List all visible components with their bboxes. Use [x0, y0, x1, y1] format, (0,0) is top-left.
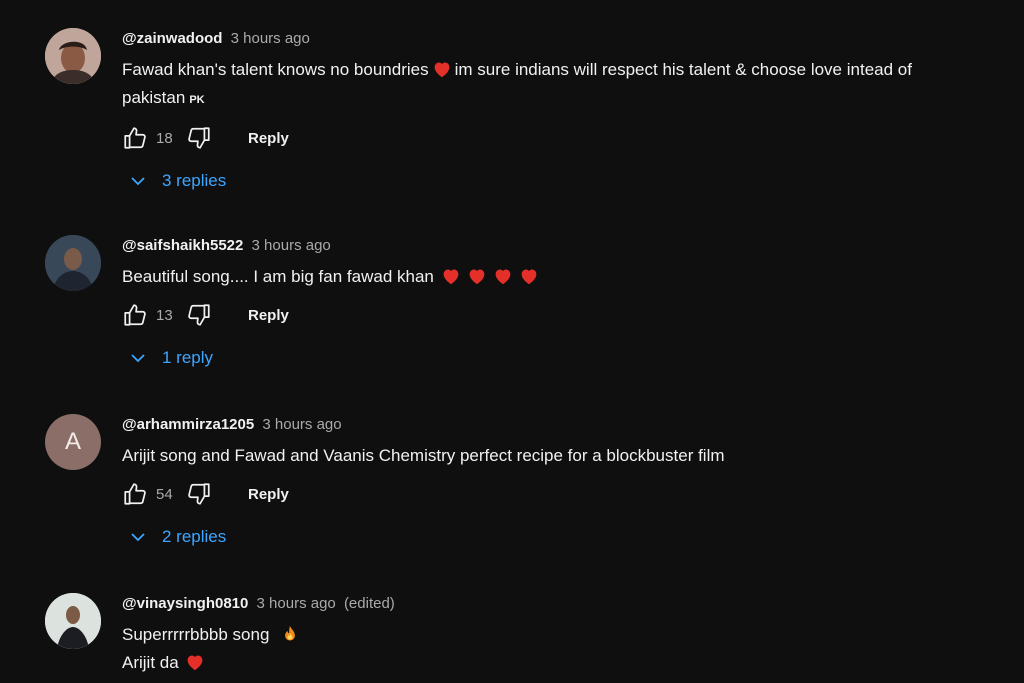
comment-author[interactable]: @saifshaikh5522	[122, 237, 243, 254]
heart-icon	[519, 267, 539, 285]
comment-time[interactable]: 3 hours ago	[252, 237, 331, 254]
comment-text: Beautiful song.... I am big fan fawad kh…	[122, 263, 1024, 291]
dislike-button[interactable]	[186, 125, 212, 151]
comment-actions: 18 Reply	[122, 122, 1024, 154]
like-count: 13	[156, 306, 173, 324]
comment-text: Superrrrrbbbb song Arijit da	[122, 621, 1024, 677]
chevron-down-icon	[128, 171, 148, 191]
comment-time[interactable]: 3 hours ago	[262, 416, 341, 433]
comment-author[interactable]: @vinaysingh0810	[122, 595, 248, 612]
heart-icon	[441, 267, 461, 285]
like-button[interactable]	[122, 302, 148, 328]
like-button[interactable]	[122, 481, 148, 507]
dislike-button[interactable]	[186, 481, 212, 507]
comment-actions: 54 Reply	[122, 478, 1024, 510]
avatar-letter: A	[64, 428, 81, 455]
like-button[interactable]	[122, 125, 148, 151]
reply-button[interactable]: Reply	[248, 307, 289, 324]
heart-icon	[432, 60, 452, 78]
comment-text-segment: Arijit song and Fawad and Vaanis Chemist…	[122, 446, 725, 465]
thumbs-down-icon	[186, 302, 212, 328]
comment-text-segment: im sure indians will respect his talent …	[454, 60, 912, 79]
comment-text: Fawad khan's talent knows no boundries im…	[122, 56, 1024, 114]
thumbs-down-icon	[186, 125, 212, 151]
like-count: 18	[156, 129, 173, 147]
comment-time[interactable]: 3 hours ago	[231, 30, 310, 47]
fire-icon	[285, 625, 296, 641]
heart-icon	[185, 653, 205, 671]
chevron-down-icon	[128, 527, 148, 547]
thumbs-up-icon	[122, 125, 148, 151]
replies-count-label: 2 replies	[162, 527, 227, 546]
comment-text-segment: Arijit da	[122, 653, 179, 672]
flag-text: PK	[189, 94, 205, 106]
dislike-button[interactable]	[186, 302, 212, 328]
comment-text: Arijit song and Fawad and Vaanis Chemist…	[122, 442, 1024, 470]
like-count: 54	[156, 485, 173, 503]
comment-author[interactable]: @arhammirza1205	[122, 416, 254, 433]
reply-button[interactable]: Reply	[248, 130, 289, 147]
avatar[interactable]	[45, 593, 101, 649]
replies-count-label: 3 replies	[162, 171, 227, 190]
thumbs-down-icon	[186, 481, 212, 507]
avatar[interactable]: A	[45, 414, 101, 470]
comment-text-segment: Superrrrrbbbb song	[122, 625, 270, 644]
view-replies-button[interactable]: 2 replies	[128, 524, 1024, 550]
comment-body: @arhammirza1205 3 hours ago Arijit song …	[122, 414, 1024, 550]
heart-icon	[467, 267, 487, 285]
comment-text-segment: Fawad khan's talent knows no boundries	[122, 60, 429, 79]
comment-text-segment: pakistan	[122, 88, 186, 107]
comment-body: @vinaysingh0810 3 hours ago (edited) Sup…	[122, 593, 1024, 677]
view-replies-button[interactable]: 1 reply	[128, 345, 1024, 371]
edited-label: (edited)	[343, 595, 395, 612]
replies-count-label: 1 reply	[162, 348, 214, 367]
avatar[interactable]	[45, 28, 101, 84]
comment-author[interactable]: @zainwadood	[122, 30, 222, 47]
chevron-down-icon	[128, 348, 148, 368]
comment-actions: 13 Reply	[122, 299, 1024, 331]
comment-time[interactable]: 3 hours ago	[257, 595, 336, 612]
heart-icon	[493, 267, 513, 285]
thumbs-up-icon	[122, 302, 148, 328]
reply-button[interactable]: Reply	[248, 486, 289, 503]
comment-body: @zainwadood 3 hours ago Fawad khan's tal…	[122, 28, 1024, 194]
comment-body: @saifshaikh5522 3 hours ago Beautiful so…	[122, 235, 1024, 371]
view-replies-button[interactable]: 3 replies	[128, 168, 1024, 194]
thumbs-up-icon	[122, 481, 148, 507]
avatar[interactable]	[45, 235, 101, 291]
comment-text-segment: Beautiful song.... I am big fan fawad kh…	[122, 267, 434, 286]
